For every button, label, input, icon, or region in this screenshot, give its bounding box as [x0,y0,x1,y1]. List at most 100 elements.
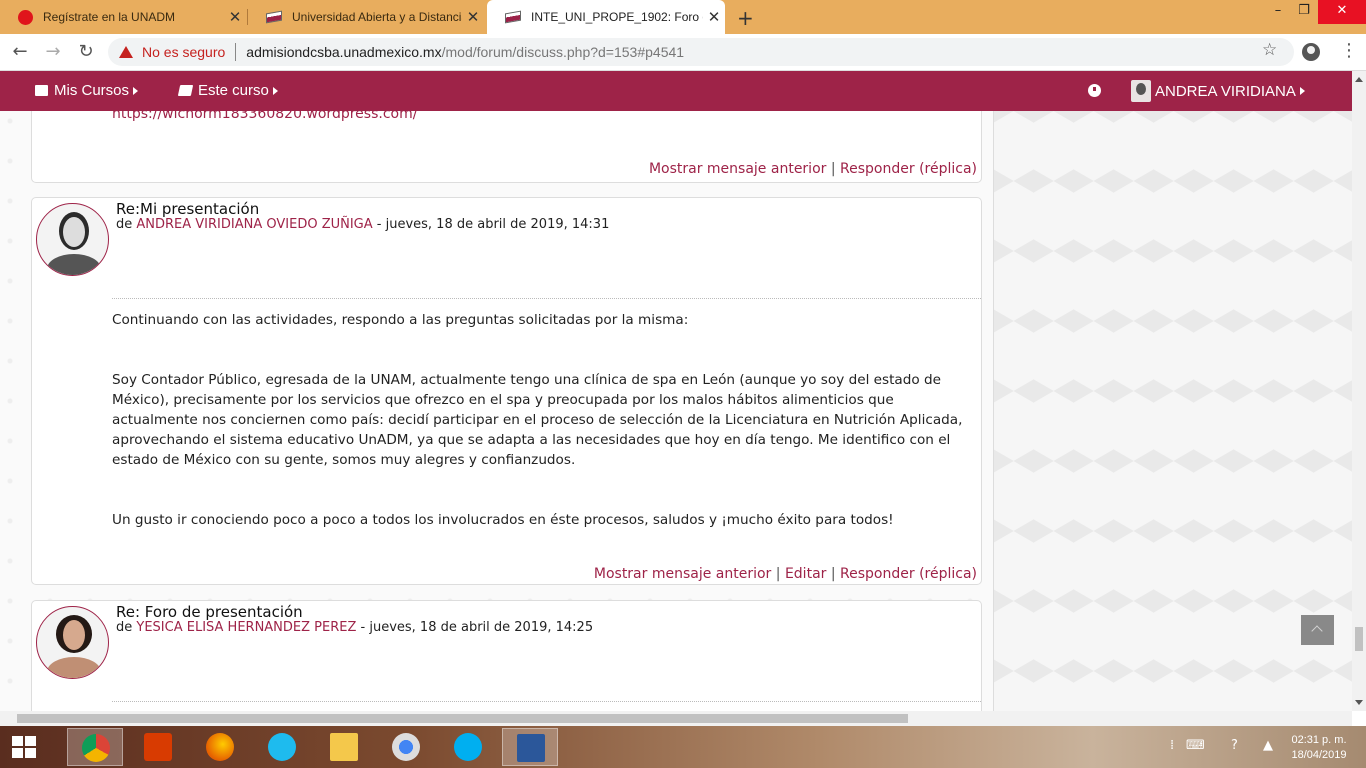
right-side-panel [993,111,1352,711]
file-explorer-taskbar-icon[interactable] [316,728,372,766]
url-host: admisiondcsba.unadmexico.mx [246,44,442,60]
post-subject: Re: Foro de presentación [116,603,303,621]
author-avatar[interactable] [36,203,109,276]
author-link[interactable]: ANDREA VIRIDIANA OVIEDO ZUÑIGA [136,217,372,232]
post-date: - jueves, 18 de abril de 2019, 14:25 [360,620,594,635]
edit-link[interactable]: Editar [785,566,826,582]
office-taskbar-icon[interactable] [130,728,186,766]
command-separator: | [830,566,836,582]
keyboard-icon[interactable]: ⌨ [1186,738,1205,753]
tab-label: Universidad Abierta y a Distancia [292,10,462,24]
browser-tab-strip: Regístrate en la UNADM ✕ Universidad Abi… [0,0,1366,34]
windows-taskbar: ⁞ ⌨ ? ▲ 02:31 p. m. 18/04/2019 [0,726,1366,768]
back-to-top-button[interactable] [1301,615,1334,645]
author-avatar[interactable] [36,606,109,679]
show-parent-link[interactable]: Mostrar mensaje anterior [594,566,771,582]
clock-icon[interactable] [1088,84,1101,97]
reload-icon[interactable]: ↻ [75,41,97,63]
caret-right-icon [133,86,139,95]
forum-post-previous: https://wichorm183360820.wordpress.com/ … [31,111,982,183]
scroll-up-icon[interactable] [1355,77,1363,82]
reply-link[interactable]: Responder (réplica) [840,161,977,177]
warning-icon [119,46,133,58]
post-paragraph: Continuando con las actividades, respond… [112,312,689,328]
back-arrow-icon[interactable]: ← [9,41,31,63]
post-byline: de ANDREA VIRIDIANA OVIEDO ZUÑIGA - juev… [116,217,609,232]
vertical-scrollbar[interactable] [1352,71,1366,711]
bookmark-star-icon[interactable]: ☆ [1262,40,1277,60]
forward-arrow-icon[interactable]: → [42,41,64,63]
post-commands: Mostrar mensaje anterior | Responder (ré… [649,161,977,177]
user-avatar [1131,80,1151,102]
browser-toolbar: ← → ↻ No es seguro admisiondcsba.unadmex… [0,34,1366,71]
horizontal-scrollbar[interactable] [0,711,1352,726]
clock-date: 18/04/2019 [1291,749,1347,761]
caret-right-icon [1299,87,1305,95]
close-tab-icon[interactable]: ✕ [462,8,484,26]
command-separator: | [830,161,836,177]
window-close-icon[interactable]: ✕ [1318,0,1366,24]
post-paragraph: Soy Contador Público, egresada de la UNA… [112,372,963,468]
my-courses-label: Mis Cursos [54,82,130,99]
favicon-icon [18,9,33,25]
forum-post: Re: Foro de presentación de YESICA ELISA… [31,600,982,711]
briefcase-icon [35,85,48,96]
chrome-alt-taskbar-icon[interactable] [378,728,434,766]
by-prefix: de [116,217,133,232]
tab-label: Regístrate en la UNADM [43,10,176,24]
by-prefix: de [116,620,133,635]
omnibox-divider [235,43,237,61]
post-commands: Mostrar mensaje anterior | Editar | Resp… [594,566,977,582]
reply-link[interactable]: Responder (réplica) [840,566,977,582]
post-date: - jueves, 18 de abril de 2019, 14:31 [376,217,610,232]
show-parent-link[interactable]: Mostrar mensaje anterior [649,161,826,177]
menu-kebab-icon[interactable]: ⋮ [1340,40,1358,61]
favicon-icon [505,10,521,24]
post-byline: de YESICA ELISA HERNANDEZ PEREZ - jueves… [116,620,593,635]
author-link[interactable]: YESICA ELISA HERNANDEZ PEREZ [136,620,356,635]
book-icon [177,85,194,96]
internet-explorer-taskbar-icon[interactable] [254,728,310,766]
command-separator: | [775,566,781,582]
new-tab-icon[interactable]: + [737,6,754,30]
help-icon[interactable]: ? [1231,738,1238,753]
security-label[interactable]: No es seguro [142,44,225,60]
post-subject: Re:Mi presentación [116,200,260,218]
scrollbar-thumb[interactable] [17,714,908,723]
this-course-label: Este curso [198,82,269,99]
url-path: /mod/forum/discuss.php?d=153#p4541 [441,44,685,60]
caret-right-icon [272,86,278,95]
restore-icon[interactable]: ❐ [1292,0,1316,24]
post-divider [112,701,981,702]
minimize-icon[interactable]: – [1266,0,1290,24]
address-bar[interactable]: No es seguro admisiondcsba.unadmexico.mx… [108,38,1294,66]
firefox-taskbar-icon[interactable] [192,728,248,766]
forum-post: Re:Mi presentación de ANDREA VIRIDIANA O… [31,197,982,585]
page-content: https://wichorm183360820.wordpress.com/ … [0,111,1352,711]
scroll-down-icon[interactable] [1355,700,1363,705]
show-hidden-icons-icon[interactable]: ▲ [1263,738,1273,753]
user-name: ANDREA VIRIDIANA [1155,82,1296,100]
my-courses-menu[interactable]: Mis Cursos [35,82,139,99]
word-taskbar-icon[interactable] [502,728,558,766]
taskbar-clock[interactable]: 02:31 p. m. 18/04/2019 [1288,733,1350,763]
scrollbar-thumb[interactable] [1355,627,1363,651]
favicon-icon [266,10,282,24]
tab-label: INTE_UNI_PROPE_1902: Foro de p [531,10,703,24]
clock-time: 02:31 p. m. [1291,734,1347,746]
tab-registrate[interactable]: Regístrate en la UNADM ✕ [0,0,246,34]
tab-universidad[interactable]: Universidad Abierta y a Distancia ✕ [248,0,484,34]
post-link[interactable]: https://wichorm183360820.wordpress.com/ [112,111,417,122]
skype-taskbar-icon[interactable] [440,728,496,766]
account-icon[interactable] [1302,43,1320,61]
user-menu[interactable]: ANDREA VIRIDIANA [1131,80,1305,102]
close-tab-icon[interactable]: ✕ [224,8,246,26]
close-tab-icon[interactable]: ✕ [703,8,725,26]
tab-foro-active[interactable]: INTE_UNI_PROPE_1902: Foro de p ✕ [487,0,725,34]
tray-grip-icon: ⁞ [1170,738,1175,753]
this-course-menu[interactable]: Este curso [177,82,278,99]
site-navbar: Mis Cursos Este curso ANDREA VIRIDIANA [0,71,1352,111]
post-paragraph: Un gusto ir conociendo poco a poco a tod… [112,512,894,528]
windows-start-icon[interactable] [12,736,38,758]
chrome-taskbar-icon[interactable] [67,728,123,766]
